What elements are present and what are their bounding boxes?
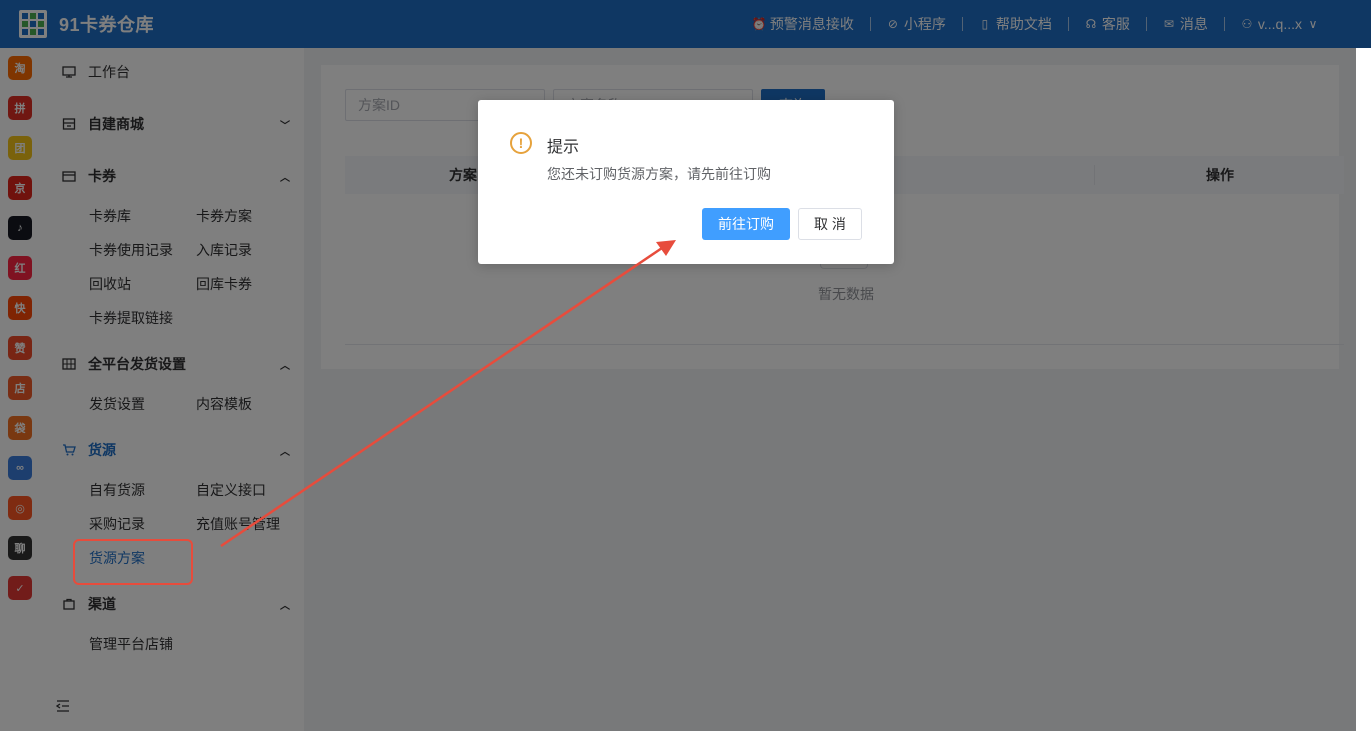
confirm-dialog: ! 提示 您还未订购货源方案，请先前往订购 前往订购 取 消 (478, 100, 894, 264)
dialog-title: 提示 (547, 139, 580, 156)
annotation-highlight-box (73, 539, 193, 585)
go-subscribe-button[interactable]: 前往订购 (702, 208, 790, 240)
right-scroll-edge (1356, 48, 1371, 731)
dialog-message: 您还未订购货源方案，请先前往订购 (547, 166, 771, 182)
cancel-button[interactable]: 取 消 (798, 208, 862, 240)
warning-icon: ! (510, 132, 532, 154)
